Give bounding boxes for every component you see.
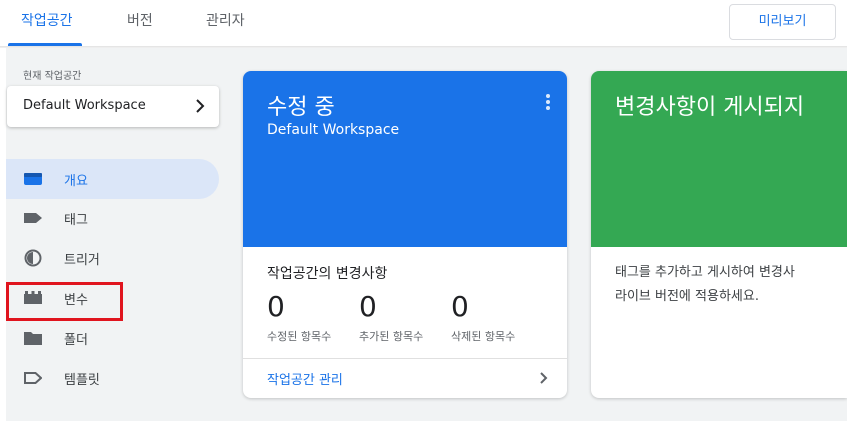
sidebar-item-triggers[interactable]: 트리거	[6, 238, 219, 278]
publish-card-line: 태그를 추가하고 게시하여 변경사	[615, 265, 795, 280]
folder-icon	[24, 332, 42, 345]
sidebar-item-label: 템플릿	[64, 373, 100, 388]
sidebar-item-label: 개요	[64, 174, 88, 189]
tab-workspace[interactable]: 작업공간	[21, 0, 73, 46]
chevron-right-icon	[196, 99, 205, 113]
card-divider	[243, 358, 567, 359]
overview-icon	[24, 173, 42, 185]
sidebar-item-overview[interactable]: 개요	[6, 159, 219, 199]
variables-highlight-box	[6, 282, 123, 321]
sidebar-item-label: 폴더	[64, 333, 88, 348]
manage-workspace-link[interactable]: 작업공간 관리	[267, 369, 343, 388]
tab-admin[interactable]: 관리자	[206, 0, 245, 46]
preview-button[interactable]: 미리보기	[729, 4, 836, 40]
publish-card-title: 변경사항이 게시되지	[615, 95, 805, 120]
publish-card-line: 라이브 버전에 적용하세요.	[615, 289, 759, 304]
stat-value: 0	[359, 290, 377, 323]
editing-card: 수정 중 Default Workspace 작업공간의 변경사항 0 수정된 …	[243, 71, 567, 398]
sidebar-item-templates[interactable]: 템플릿	[6, 358, 219, 398]
sidebar-item-folders[interactable]: 폴더	[6, 318, 219, 358]
stat-deleted: 0 삭제된 항목수	[451, 289, 541, 344]
tab-versions[interactable]: 버전	[127, 0, 153, 46]
workspace-name: Default Workspace	[23, 98, 146, 113]
publish-card-body: 태그를 추가하고 게시하여 변경사 라이브 버전에 적용하세요.	[615, 261, 847, 309]
sidebar-item-tags[interactable]: 태그	[6, 198, 219, 238]
workspace-selector[interactable]: Default Workspace	[7, 86, 219, 127]
stat-value: 0	[267, 290, 285, 323]
current-workspace-label: 현재 작업공간	[23, 71, 82, 82]
stat-caption: 추가된 항목수	[359, 330, 424, 343]
publish-card: 변경사항이 게시되지 태그를 추가하고 게시하여 변경사 라이브 버전에 적용하…	[591, 71, 847, 398]
stat-caption: 수정된 항목수	[267, 330, 332, 343]
stat-modified: 0 수정된 항목수	[267, 289, 357, 344]
more-vert-icon[interactable]	[545, 93, 551, 111]
editing-card-header: 수정 중 Default Workspace	[243, 71, 567, 247]
chevron-right-icon[interactable]	[539, 371, 549, 385]
sidebar-item-label: 태그	[64, 213, 88, 228]
trigger-icon	[24, 249, 42, 267]
top-bar: 작업공간 버전 관리자 미리보기	[0, 0, 847, 46]
publish-card-header: 변경사항이 게시되지	[591, 71, 847, 247]
editing-card-subtitle: Default Workspace	[267, 122, 400, 138]
editing-card-title: 수정 중	[267, 95, 335, 120]
stat-added: 0 추가된 항목수	[359, 289, 449, 344]
tag-icon	[24, 213, 42, 223]
sidebar-item-label: 트리거	[64, 253, 100, 268]
workspace-changes-title: 작업공간의 변경사항	[267, 266, 388, 282]
stat-value: 0	[451, 290, 469, 323]
stat-caption: 삭제된 항목수	[451, 330, 516, 343]
template-icon	[24, 372, 42, 384]
